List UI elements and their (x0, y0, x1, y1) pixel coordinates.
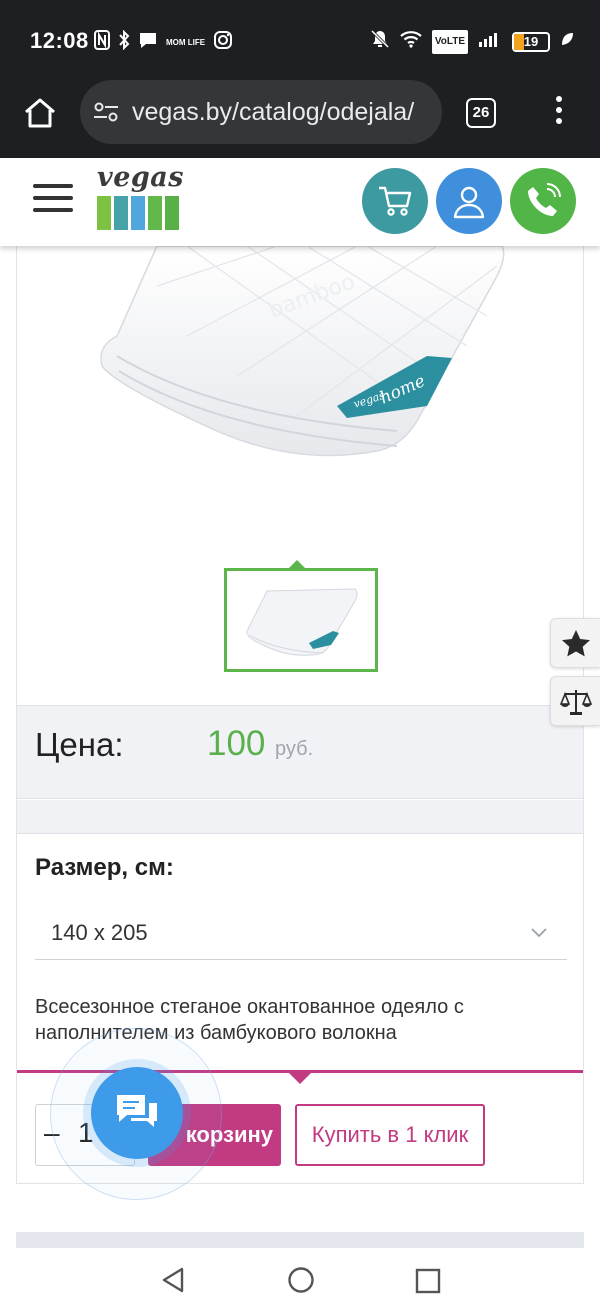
chat-widget-button[interactable] (91, 1067, 183, 1159)
status-bar: 12:08 MOM LIFE VoLTE 19 (0, 0, 600, 80)
account-button[interactable] (436, 168, 502, 234)
hamburger-menu-icon[interactable] (33, 184, 73, 214)
system-navigation-bar (0, 1248, 600, 1312)
chat-notification-icon (138, 31, 158, 55)
price-value: 100 (207, 724, 266, 763)
browser-toolbar: vegas.by/catalog/odejala/ 26 (0, 80, 600, 158)
price-currency: руб. (275, 738, 314, 760)
size-select[interactable]: 140 x 205 (35, 910, 567, 960)
site-settings-icon[interactable] (92, 100, 120, 124)
logo-bars (97, 196, 197, 230)
home-circle-icon[interactable] (287, 1266, 315, 1299)
compare-button[interactable] (550, 676, 600, 726)
instagram-icon (213, 30, 233, 56)
product-thumbnail[interactable] (224, 568, 378, 672)
system-icons: VoLTE 19 (370, 29, 574, 55)
recent-apps-icon[interactable] (415, 1268, 441, 1299)
battery-icon: 19 (512, 32, 550, 52)
star-icon (562, 630, 590, 657)
cart-button[interactable] (362, 168, 428, 234)
bluetooth-icon (118, 29, 130, 56)
user-icon (453, 186, 485, 219)
signal-icon (478, 30, 502, 54)
volte-badge: VoLTE (431, 30, 468, 54)
back-icon[interactable] (160, 1266, 186, 1299)
mom-life-icon: MOM LIFE (166, 38, 206, 47)
nfc-icon (94, 30, 110, 56)
size-label: Размер, см: (35, 854, 174, 881)
site-logo[interactable]: vegas (97, 164, 197, 236)
home-icon[interactable] (20, 94, 60, 134)
cart-icon (379, 186, 412, 216)
product-main-image[interactable]: bamboo vegas home (97, 245, 517, 486)
tab-switcher-button[interactable]: 26 (466, 98, 496, 128)
notification-icons: MOM LIFE (94, 29, 233, 56)
logo-text: vegas (97, 162, 184, 193)
price-label: Цена: (35, 726, 124, 763)
scales-icon (560, 690, 592, 715)
price-panel-spacer (17, 800, 583, 834)
phone-icon (528, 183, 561, 216)
chat-icon (117, 1095, 157, 1127)
mute-icon (370, 29, 390, 55)
call-button[interactable] (510, 168, 576, 234)
site-header: vegas (0, 158, 600, 246)
wifi-icon (400, 30, 422, 54)
url-text[interactable]: vegas.by/catalog/odejala/ (132, 98, 432, 127)
price-panel: Цена: 100 руб. (17, 705, 583, 799)
size-selected-value[interactable]: 140 x 205 (51, 920, 148, 946)
address-bar[interactable]: vegas.by/catalog/odejala/ (80, 80, 442, 144)
thumbnail-indicator (289, 560, 305, 568)
leaf-icon (560, 31, 574, 53)
chevron-down-icon[interactable] (531, 924, 547, 940)
status-time: 12:08 (30, 28, 89, 53)
favorites-button[interactable] (550, 618, 600, 668)
more-menu-icon[interactable] (552, 96, 566, 130)
divider-arrow (289, 1073, 311, 1084)
buy-one-click-button[interactable]: Купить в 1 клик (295, 1104, 485, 1166)
